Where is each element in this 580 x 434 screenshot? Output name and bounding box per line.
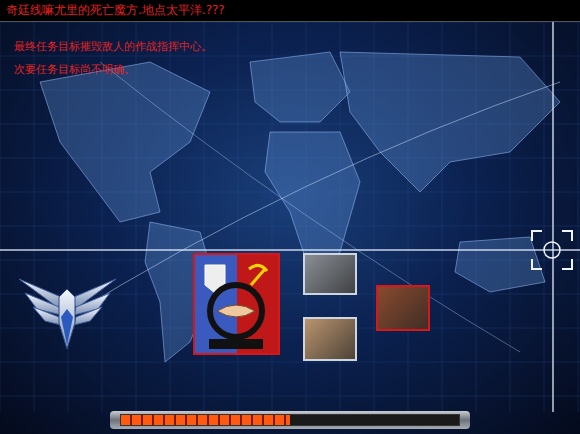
portrait-photo: [305, 255, 355, 293]
objectives: 最终任务目标摧毁敌人的作战指挥中心。次要任务目标尚不明确。: [0, 22, 580, 100]
loading-bar: [0, 405, 580, 434]
selection-slot[interactable]: [15, 265, 121, 357]
selection-slot[interactable]: [303, 253, 357, 295]
progress-fill: [121, 415, 290, 425]
selection-row: [0, 253, 580, 360]
selection-slot[interactable]: [303, 317, 357, 361]
mission-title: 奇廷线嘛尤里的死亡魔方.地点太平洋.???: [6, 2, 225, 19]
world-map: [0, 22, 580, 412]
allied-eagle-icon: [17, 267, 119, 355]
portrait-column: [303, 253, 357, 361]
selection-slot[interactable]: [376, 285, 430, 331]
alliance-emblem-icon: [195, 255, 278, 353]
progress-track: [120, 414, 460, 426]
title-bar: 奇廷线嘛尤里的死亡魔方.地点太平洋.???: [0, 0, 580, 22]
progress-frame: [110, 411, 470, 429]
objective: 最终任务目标摧毁敌人的作战指挥中心。: [14, 40, 566, 54]
portrait-photo: [305, 319, 355, 359]
objective: 次要任务目标尚不明确。: [14, 63, 566, 77]
selection-slot[interactable]: [193, 253, 280, 355]
target-reticle-icon: [530, 229, 574, 271]
portrait-photo: [378, 287, 428, 329]
